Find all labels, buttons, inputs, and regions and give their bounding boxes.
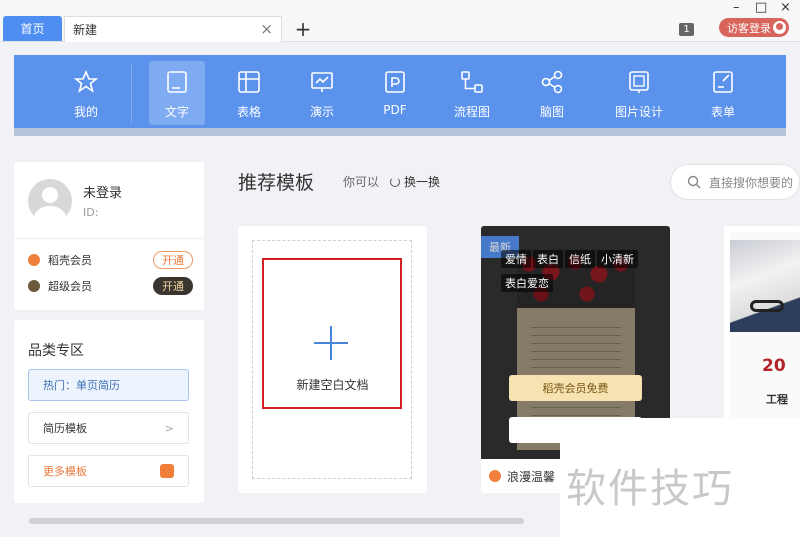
page-title: 推荐模板 xyxy=(238,172,315,194)
membership-name: 稻壳会员 xyxy=(48,254,92,267)
template-thumbnail[interactable] xyxy=(730,232,800,422)
search-placeholder: 直接搜你想要的 xyxy=(709,175,794,190)
toolbar-form-label: 表单 xyxy=(710,105,735,119)
toolbar-presentation[interactable]: 演示 xyxy=(294,61,350,125)
close-window-icon[interactable]: × xyxy=(780,0,791,15)
plus-icon[interactable] xyxy=(314,326,348,360)
chevron-right-icon: > xyxy=(164,421,174,435)
refresh-label: 换一换 xyxy=(404,175,441,189)
membership-name: 超级会员 xyxy=(48,280,92,293)
visitor-login-label: 访客登录 xyxy=(727,21,771,35)
doc-icon xyxy=(167,71,187,93)
user-card: 未登录 ID: 稻壳会员 开通 超级会员 开通 xyxy=(14,162,204,310)
pdf-icon xyxy=(385,71,405,93)
presentation-icon xyxy=(311,72,333,92)
toolbar-image-design-label: 图片设计 xyxy=(614,105,663,119)
tag-list: 爱情 表白 信纸 小清新表白爱恋 xyxy=(501,248,661,296)
toolbar-text[interactable]: 文字 xyxy=(149,61,205,125)
add-tab-button[interactable]: + xyxy=(293,16,313,41)
category-card: 品类专区 热门：单页简历 简历模板 > 更多模板 xyxy=(14,320,204,503)
tag[interactable]: 表白 xyxy=(533,250,563,268)
docer-vip-icon xyxy=(28,254,40,266)
docer-icon xyxy=(489,470,501,482)
toolbar-mine-label: 我的 xyxy=(73,105,98,119)
search-icon xyxy=(687,175,701,189)
avatar-icon xyxy=(773,21,786,34)
form-icon xyxy=(713,71,733,93)
toolbar-form[interactable]: 表单 xyxy=(695,61,751,125)
tab-new[interactable]: 新建 × xyxy=(64,16,282,42)
toolbar-pdf-label: PDF xyxy=(383,103,407,117)
activate-docer-button[interactable]: 开通 xyxy=(153,251,193,269)
category-item-label: 热门：单页简历 xyxy=(43,379,120,392)
count-badge[interactable]: 1 xyxy=(679,23,694,36)
toolbar-table-label: 表格 xyxy=(236,105,261,119)
toolbar-flowchart[interactable]: 流程图 xyxy=(444,61,500,125)
toolbar-mindmap[interactable]: 脑图 xyxy=(524,61,580,125)
category-item-more[interactable]: 更多模板 xyxy=(28,455,189,487)
star-icon xyxy=(73,69,99,93)
hint-text: 你可以 xyxy=(343,175,380,189)
tab-home[interactable]: 首页 xyxy=(3,16,62,41)
category-title: 品类专区 xyxy=(28,343,84,359)
new-blank-document-label[interactable]: 新建空白文档 xyxy=(238,376,427,393)
app-toolbar: 我的 文字 表格 演示 PDF 流程图 脑图 图片设计 表单 xyxy=(14,55,786,136)
toolbar-text-label: 文字 xyxy=(164,105,189,119)
activate-super-button[interactable]: 开通 xyxy=(153,277,193,295)
membership-row-docer: 稻壳会员 开通 xyxy=(28,251,193,269)
refresh-button[interactable]: 换一换 xyxy=(390,173,440,190)
category-item-resume[interactable]: 简历模板 > xyxy=(28,412,189,444)
template-title[interactable]: 浪漫温馨 xyxy=(507,468,555,485)
close-icon[interactable]: × xyxy=(260,20,273,38)
watermark: 软件技巧 xyxy=(560,418,800,537)
refresh-icon xyxy=(390,176,400,187)
toolbar-pdf[interactable]: PDF xyxy=(367,61,423,125)
desk-photo xyxy=(730,240,800,332)
glasses-image xyxy=(750,300,784,312)
image-design-icon xyxy=(629,71,649,93)
toolbar-presentation-label: 演示 xyxy=(309,105,334,119)
toolbar-flowchart-label: 流程图 xyxy=(453,105,490,119)
tab-bar: 首页 新建 × + 1 访客登录 – □ × xyxy=(0,0,800,42)
watermark-text: 软件技巧 xyxy=(566,466,734,512)
tag[interactable]: 表白爱恋 xyxy=(501,274,553,292)
mindmap-icon xyxy=(541,70,563,94)
toolbar-table[interactable]: 表格 xyxy=(221,61,277,125)
template-year: 20 xyxy=(762,356,786,376)
tab-new-label: 新建 xyxy=(73,23,98,37)
category-item-label: 简历模板 xyxy=(43,422,87,435)
category-item-label: 更多模板 xyxy=(43,465,87,478)
user-name[interactable]: 未登录 xyxy=(83,182,122,201)
toolbar-mine[interactable]: 我的 xyxy=(58,61,114,125)
user-id: ID: xyxy=(83,206,99,219)
divider xyxy=(14,238,204,239)
horizontal-scrollbar[interactable] xyxy=(29,518,524,524)
tag[interactable]: 小清新 xyxy=(597,250,638,268)
tag[interactable]: 信纸 xyxy=(565,250,595,268)
maximize-icon[interactable]: □ xyxy=(755,0,767,15)
table-icon xyxy=(238,71,260,93)
visitor-login-button[interactable]: 访客登录 xyxy=(719,18,789,37)
toolbar-divider xyxy=(131,65,132,123)
toolbar-image-design[interactable]: 图片设计 xyxy=(609,61,669,125)
flowchart-icon xyxy=(461,71,483,93)
docer-icon xyxy=(160,464,174,478)
vip-free-button[interactable]: 稻壳会员免费 xyxy=(509,375,642,401)
avatar[interactable] xyxy=(28,179,72,223)
toolbar-mindmap-label: 脑图 xyxy=(539,105,564,119)
category-item-hot[interactable]: 热门：单页简历 xyxy=(28,369,189,401)
template-subtitle: 工程 xyxy=(766,393,788,406)
search-input[interactable]: 直接搜你想要的 xyxy=(670,164,800,200)
tag[interactable]: 爱情 xyxy=(501,250,531,268)
super-vip-icon xyxy=(28,280,40,292)
minimize-icon[interactable]: – xyxy=(733,0,740,15)
membership-row-super: 超级会员 开通 xyxy=(28,277,193,295)
